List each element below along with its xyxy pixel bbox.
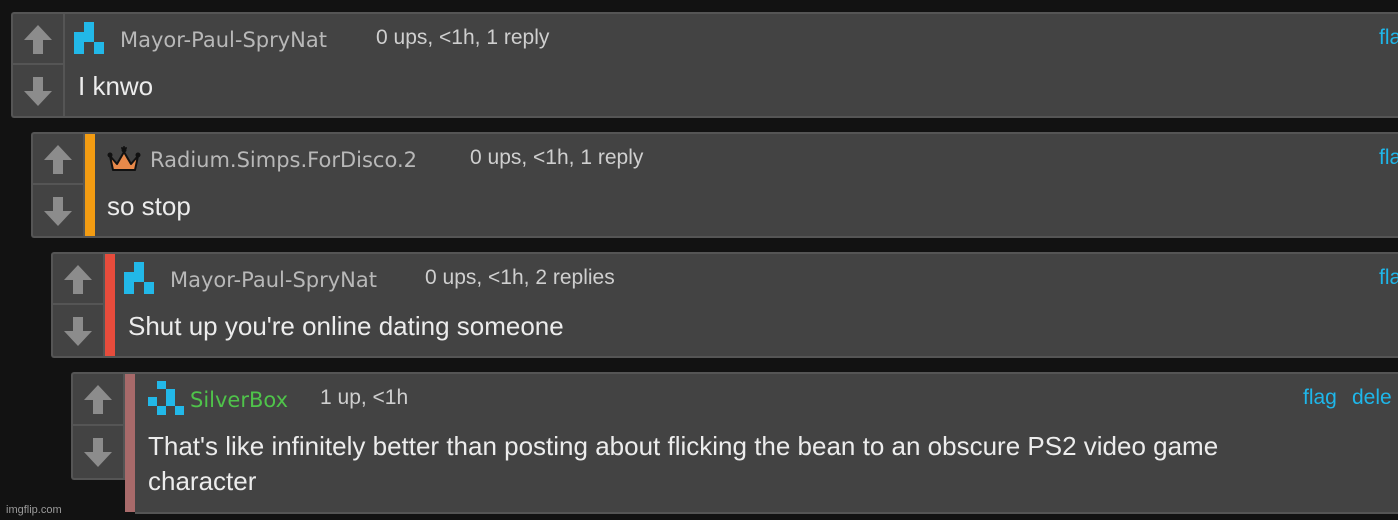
downvote-button[interactable] [13, 65, 63, 116]
upvote-button[interactable] [53, 254, 103, 305]
flag-link[interactable]: fla [1379, 26, 1398, 50]
upvote-button[interactable] [73, 374, 123, 426]
arrow-down-icon [84, 438, 112, 467]
arrow-up-icon [64, 264, 92, 294]
comment-text-line: That's like infinitely better than posti… [148, 431, 1219, 461]
comment-text-line: I knwo [78, 71, 154, 101]
username-link[interactable]: Mayor-Paul-SpryNat [170, 268, 377, 292]
comment: Mayor-Paul-SpryNat 0 ups, <1h, 2 replies… [51, 252, 1398, 358]
arrow-up-icon [24, 24, 52, 54]
pixel-avatar-icon[interactable] [73, 22, 105, 54]
flag-link[interactable]: fla [1379, 146, 1398, 170]
comment-meta: 0 ups, <1h, 1 reply [376, 26, 550, 49]
downvote-button[interactable] [53, 305, 103, 356]
upvote-button[interactable] [13, 14, 63, 65]
delete-link[interactable]: dele [1352, 386, 1392, 410]
comment-meta: 0 ups, <1h, 1 reply [470, 146, 644, 169]
pixel-avatar-icon[interactable] [145, 379, 185, 419]
watermark: imgflip.com [6, 504, 62, 516]
comment-meta: 1 up, <1h [320, 386, 409, 409]
arrow-up-icon [84, 385, 112, 414]
comment-text-line: Shut up you're online dating someone [128, 311, 564, 341]
flag-link[interactable]: fla [1379, 266, 1398, 290]
crown-icon[interactable] [107, 146, 141, 172]
vote-column [73, 374, 125, 478]
downvote-button[interactable] [33, 185, 83, 236]
username-link[interactable]: SilverBox [190, 388, 288, 412]
comment: Mayor-Paul-SpryNat 0 ups, <1h, 1 reply I… [11, 12, 1398, 118]
comment-text-line: so stop [107, 191, 191, 221]
thread-bar [85, 134, 95, 236]
comment-body-extension [135, 478, 1398, 514]
arrow-down-icon [64, 316, 92, 346]
arrow-down-icon [24, 76, 52, 106]
downvote-button[interactable] [73, 426, 123, 478]
thread-bar [105, 254, 115, 356]
vote-column [53, 254, 105, 356]
arrow-down-icon [44, 196, 72, 226]
thread-bar [125, 374, 135, 512]
flag-link[interactable]: flag [1303, 386, 1337, 410]
comment: SilverBox 1 up, <1h That's like infinite… [71, 372, 1398, 480]
vote-column [33, 134, 85, 236]
username-link[interactable]: Radium.Simps.ForDisco.2 [150, 148, 417, 172]
arrow-up-icon [44, 144, 72, 174]
upvote-button[interactable] [33, 134, 83, 185]
comment-meta: 0 ups, <1h, 2 replies [425, 266, 615, 289]
vote-column [13, 14, 65, 116]
comment: Radium.Simps.ForDisco.2 0 ups, <1h, 1 re… [31, 132, 1398, 238]
username-link[interactable]: Mayor-Paul-SpryNat [120, 28, 327, 52]
pixel-avatar-icon[interactable] [123, 262, 155, 294]
comment-text-line-overflow: character [148, 466, 257, 496]
